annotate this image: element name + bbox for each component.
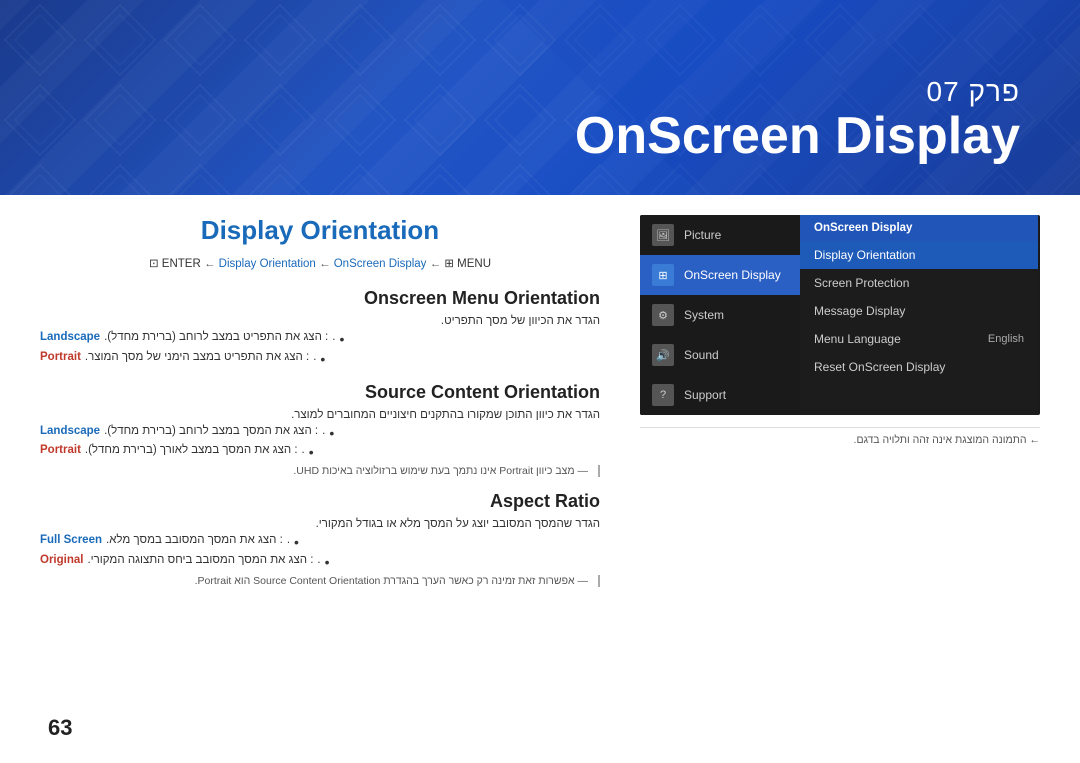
onscreen-icon: ⊞	[652, 264, 674, 286]
breadcrumb-menu-label: MENU	[457, 258, 491, 270]
menu-item-picture[interactable]: 🖼 Picture	[640, 215, 800, 255]
chapter-label: פרק 07	[575, 76, 1020, 108]
onscreen-menu-section: Onscreen Menu Orientation הגדר את הכיוון…	[40, 288, 600, 368]
breadcrumb-arrow3: ←	[430, 258, 445, 270]
menu-screenshot: 🖼 Picture ⊞ OnScreen Display ⚙ System 🔊 …	[640, 215, 1040, 415]
onscreen-menu-desc: הגדר את הכיוון של מסך התפריט.	[40, 315, 600, 327]
breadcrumb-enter-icon: ⊡	[149, 258, 159, 270]
source-content-heading: Source Content Orientation	[40, 382, 600, 403]
breadcrumb-arrow2: ←	[319, 258, 334, 270]
menu-container: 🖼 Picture ⊞ OnScreen Display ⚙ System 🔊 …	[640, 215, 1040, 415]
breadcrumb-menu-icon: ⊞	[444, 258, 454, 270]
source-content-desc: הגדר את כיוון התוכן שמקורו בהתקנים חיצונ…	[40, 409, 600, 421]
breadcrumb: ⊡ ENTER ← Display Orientation ← OnScreen…	[40, 256, 600, 270]
menu-item-system[interactable]: ⚙ System	[640, 295, 800, 335]
header-banner: פרק 07 OnScreen Display	[0, 0, 1080, 195]
menu-language-label: Menu Language	[814, 332, 901, 346]
header-title: OnScreen Display	[575, 108, 1020, 165]
menu-right-item-display-orientation[interactable]: Display Orientation	[800, 241, 1038, 269]
menu-right-item-reset[interactable]: Reset OnScreen Display	[800, 353, 1038, 381]
message-display-label: Message Display	[814, 304, 905, 318]
main-content: Display Orientation ⊡ ENTER ← Display Or…	[0, 215, 1080, 601]
menu-right-item-message-display[interactable]: Message Display	[800, 297, 1038, 325]
menu-label-sound: Sound	[684, 348, 719, 362]
onscreen-bullet-portrait: .: הצג את התפריט במצב הימני של מסך המוצר…	[40, 351, 600, 368]
onscreen-menu-bullets: .: הצג את התפריט במצב לרוחב (ברירת מחדל)…	[40, 331, 600, 368]
aspect-ratio-section: Aspect Ratio הגדר שהמסך המסובב יוצג על ה…	[40, 491, 600, 587]
menu-right-item-menu-language[interactable]: Menu Language English	[800, 325, 1038, 353]
picture-icon: 🖼	[652, 224, 674, 246]
section-main-title: Display Orientation	[40, 215, 600, 246]
text-column: Display Orientation ⊡ ENTER ← Display Or…	[40, 215, 610, 601]
menu-label-system: System	[684, 308, 724, 322]
menu-panel: 🖼 Picture ⊞ OnScreen Display ⚙ System 🔊 …	[640, 215, 1040, 601]
separator	[640, 427, 1040, 428]
menu-label-onscreen: OnScreen Display	[684, 268, 781, 282]
source-content-note: ― מצב כיוון Portrait אינו נתמך בעת שימוש…	[40, 465, 600, 477]
menu-label-support: Support	[684, 388, 726, 402]
breadcrumb-arrow1: ←	[204, 258, 219, 270]
display-orientation-label: Display Orientation	[814, 248, 915, 262]
support-icon: ?	[652, 384, 674, 406]
aspect-bullet-fullscreen: .: הצג את המסך המסובב במסך מלא. Full Scr…	[40, 534, 600, 551]
header-text: פרק 07 OnScreen Display	[575, 76, 1020, 165]
menu-label-picture: Picture	[684, 228, 721, 242]
source-bullet-portrait: .: הצג את המסך במצב לאורך (ברירת מחדל). …	[40, 444, 600, 461]
page-number: 63	[48, 715, 72, 741]
footnote: התמונה המוצגת אינה זהה ותלויה בדגם.	[640, 434, 1040, 446]
menu-left-column: 🖼 Picture ⊞ OnScreen Display ⚙ System 🔊 …	[640, 215, 800, 415]
onscreen-menu-heading: Onscreen Menu Orientation	[40, 288, 600, 309]
menu-item-onscreen[interactable]: ⊞ OnScreen Display	[640, 255, 800, 295]
source-bullet-landscape: .: הצג את המסך במצב לרוחב (ברירת מחדל). …	[40, 425, 600, 442]
breadcrumb-display-orientation: Display Orientation	[219, 258, 316, 270]
breadcrumb-enter-label: ENTER	[162, 258, 201, 270]
breadcrumb-onscreen-display: OnScreen Display	[334, 258, 427, 270]
menu-item-sound[interactable]: 🔊 Sound	[640, 335, 800, 375]
aspect-ratio-desc: הגדר שהמסך המסובב יוצג על המסך מלא או בג…	[40, 518, 600, 530]
onscreen-bullet-landscape: .: הצג את התפריט במצב לרוחב (ברירת מחדל)…	[40, 331, 600, 348]
reset-label: Reset OnScreen Display	[814, 360, 945, 374]
sound-icon: 🔊	[652, 344, 674, 366]
menu-right-item-screen-protection[interactable]: Screen Protection	[800, 269, 1038, 297]
menu-right-header: OnScreen Display	[800, 215, 1038, 241]
aspect-ratio-bullets: .: הצג את המסך המסובב במסך מלא. Full Scr…	[40, 534, 600, 571]
aspect-ratio-heading: Aspect Ratio	[40, 491, 600, 512]
source-content-bullets: .: הצג את המסך במצב לרוחב (ברירת מחדל). …	[40, 425, 600, 462]
menu-language-value: English	[988, 333, 1024, 345]
menu-item-support[interactable]: ? Support	[640, 375, 800, 415]
aspect-bullet-original: .: הצג את המסך המסובב ביחס התצוגה המקורי…	[40, 554, 600, 571]
menu-right-column: OnScreen Display Display Orientation Scr…	[800, 215, 1038, 415]
screen-protection-label: Screen Protection	[814, 276, 909, 290]
source-content-section: Source Content Orientation הגדר את כיוון…	[40, 382, 600, 478]
system-icon: ⚙	[652, 304, 674, 326]
aspect-ratio-note: ― אפשרות זאת זמינה רק כאשר הערך בהגדרת S…	[40, 575, 600, 587]
